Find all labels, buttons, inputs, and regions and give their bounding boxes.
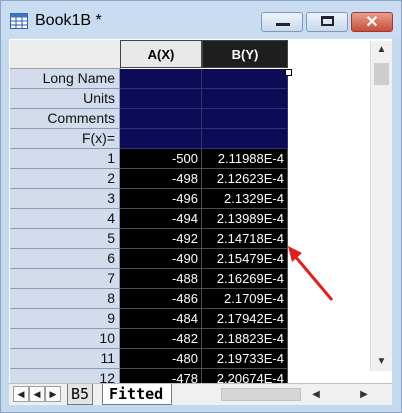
comments-cell-a[interactable] bbox=[120, 109, 202, 129]
annotation-arrow-icon bbox=[288, 246, 334, 301]
tab-nav-prev-icon[interactable]: ◀ bbox=[29, 386, 45, 402]
worksheet-grid: A(X) B(Y) Long Name Units Comments F(x)=… bbox=[9, 39, 392, 383]
cell-b[interactable]: 2.18823E-4 bbox=[202, 329, 288, 349]
close-button[interactable]: ✕ bbox=[351, 12, 393, 32]
row-label-long-name[interactable]: Long Name bbox=[10, 69, 120, 89]
row-number[interactable]: 2 bbox=[10, 169, 120, 189]
row-number[interactable]: 12 bbox=[10, 369, 120, 383]
cell-b[interactable]: 2.11988E-4 bbox=[202, 149, 288, 169]
long-name-cell-b[interactable] bbox=[202, 69, 288, 89]
row-number[interactable]: 4 bbox=[10, 209, 120, 229]
cell-b[interactable]: 2.19733E-4 bbox=[202, 349, 288, 369]
cell-b[interactable]: 2.1329E-4 bbox=[202, 189, 288, 209]
row-number[interactable]: 6 bbox=[10, 249, 120, 269]
column-header-b[interactable]: B(Y) bbox=[202, 40, 288, 68]
cell-b[interactable]: 2.16269E-4 bbox=[202, 269, 288, 289]
window-title: Book1B * bbox=[35, 12, 102, 29]
row-label-units[interactable]: Units bbox=[10, 89, 120, 109]
cell-a[interactable]: -486 bbox=[120, 289, 202, 309]
cell-a[interactable]: -488 bbox=[120, 269, 202, 289]
close-icon: ✕ bbox=[365, 14, 379, 31]
maximize-icon bbox=[321, 16, 334, 26]
table-row: -500 2.11988E-4 bbox=[120, 149, 288, 169]
minimize-button[interactable] bbox=[261, 12, 303, 32]
table-row: -484 2.17942E-4 bbox=[120, 309, 288, 329]
table-row: -496 2.1329E-4 bbox=[120, 189, 288, 209]
scroll-down-icon[interactable]: ▼ bbox=[371, 353, 392, 371]
workbook-icon bbox=[10, 13, 28, 29]
row-number[interactable]: 9 bbox=[10, 309, 120, 329]
scroll-up-icon[interactable]: ▲ bbox=[371, 41, 392, 59]
tab-nav-next-icon[interactable]: ▶ bbox=[45, 386, 61, 402]
units-row bbox=[120, 89, 288, 109]
vertical-scrollbar[interactable]: ▲ ▼ bbox=[370, 41, 392, 371]
workbook-window: Book1B * ✕ A(X) B(Y) Long Name Units Com… bbox=[0, 0, 402, 413]
scroll-left-icon[interactable]: ◀ bbox=[307, 385, 325, 404]
cell-b[interactable]: 2.12623E-4 bbox=[202, 169, 288, 189]
row-label-fx[interactable]: F(x)= bbox=[10, 129, 120, 149]
cell-a[interactable]: -498 bbox=[120, 169, 202, 189]
row-number[interactable]: 3 bbox=[10, 189, 120, 209]
cell-b[interactable]: 2.17942E-4 bbox=[202, 309, 288, 329]
table-row: -478 2.20674E-4 bbox=[120, 369, 288, 383]
table-row: -480 2.19733E-4 bbox=[120, 349, 288, 369]
cell-a[interactable]: -480 bbox=[120, 349, 202, 369]
fx-row bbox=[120, 129, 288, 149]
table-row: -488 2.16269E-4 bbox=[120, 269, 288, 289]
tab-b5[interactable]: B5 bbox=[67, 384, 94, 405]
cell-b[interactable]: 2.20674E-4 bbox=[202, 369, 288, 383]
row-number[interactable]: 5 bbox=[10, 229, 120, 249]
table-row: -486 2.1709E-4 bbox=[120, 289, 288, 309]
row-number[interactable]: 7 bbox=[10, 269, 120, 289]
title-bar[interactable]: Book1B * ✕ bbox=[1, 1, 401, 39]
row-label-comments[interactable]: Comments bbox=[10, 109, 120, 129]
cell-a[interactable]: -490 bbox=[120, 249, 202, 269]
row-number[interactable]: 11 bbox=[10, 349, 120, 369]
minimize-icon bbox=[276, 23, 290, 26]
grid-corner[interactable] bbox=[10, 40, 121, 69]
scroll-right-icon[interactable]: ▶ bbox=[355, 385, 373, 404]
long-name-row bbox=[120, 69, 288, 89]
cell-a[interactable]: -492 bbox=[120, 229, 202, 249]
sheet-tab-bar: ◀ ◀ ▶ B5 Fitted ◀ ▶ bbox=[9, 383, 392, 405]
row-number[interactable]: 8 bbox=[10, 289, 120, 309]
table-row: -494 2.13989E-4 bbox=[120, 209, 288, 229]
comments-cell-b[interactable] bbox=[202, 109, 288, 129]
long-name-cell-a[interactable] bbox=[120, 69, 202, 89]
units-cell-b[interactable] bbox=[202, 89, 288, 109]
cell-b[interactable]: 2.14718E-4 bbox=[202, 229, 288, 249]
table-row: -498 2.12623E-4 bbox=[120, 169, 288, 189]
table-row: -482 2.18823E-4 bbox=[120, 329, 288, 349]
data-area: -500 2.11988E-4 -498 2.12623E-4 -496 2.1329… bbox=[120, 69, 288, 383]
fx-cell-a[interactable] bbox=[120, 129, 202, 149]
cell-a[interactable]: -484 bbox=[120, 309, 202, 329]
vertical-scroll-thumb[interactable] bbox=[374, 63, 389, 85]
tab-fitted[interactable]: Fitted bbox=[102, 384, 173, 405]
cell-a[interactable]: -500 bbox=[120, 149, 202, 169]
cell-a[interactable]: -478 bbox=[120, 369, 202, 383]
cell-a[interactable]: -496 bbox=[120, 189, 202, 209]
cell-b[interactable]: 2.13989E-4 bbox=[202, 209, 288, 229]
table-row: -492 2.14718E-4 bbox=[120, 229, 288, 249]
horizontal-scroll-thumb[interactable] bbox=[221, 388, 301, 401]
maximize-button[interactable] bbox=[306, 12, 348, 32]
units-cell-a[interactable] bbox=[120, 89, 202, 109]
selection-handle[interactable] bbox=[285, 69, 292, 76]
cell-a[interactable]: -494 bbox=[120, 209, 202, 229]
column-header-a[interactable]: A(X) bbox=[120, 40, 202, 68]
table-row: -490 2.15479E-4 bbox=[120, 249, 288, 269]
row-label-column: Long Name Units Comments F(x)= 1 2 3 4 5… bbox=[10, 69, 120, 383]
cell-a[interactable]: -482 bbox=[120, 329, 202, 349]
row-number[interactable]: 1 bbox=[10, 149, 120, 169]
cell-b[interactable]: 2.15479E-4 bbox=[202, 249, 288, 269]
fx-cell-b[interactable] bbox=[202, 129, 288, 149]
comments-row bbox=[120, 109, 288, 129]
tab-nav-first-icon[interactable]: ◀ bbox=[13, 386, 29, 402]
cell-b[interactable]: 2.1709E-4 bbox=[202, 289, 288, 309]
row-number[interactable]: 10 bbox=[10, 329, 120, 349]
